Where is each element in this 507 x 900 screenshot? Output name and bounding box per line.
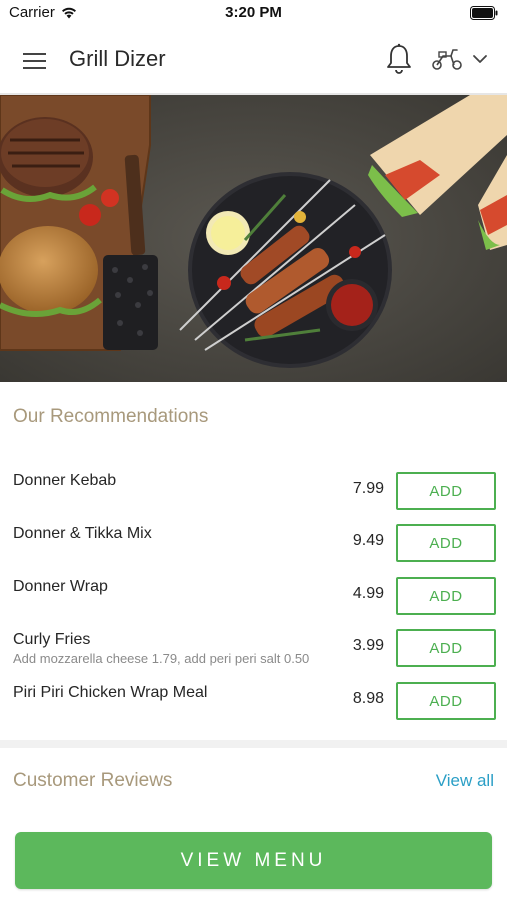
menu-item-row: Piri Piri Chicken Wrap Meal 8.98 ADD <box>0 682 507 734</box>
add-button[interactable]: ADD <box>396 629 496 667</box>
menu-item-price: 8.98 <box>352 690 384 707</box>
bell-icon <box>387 43 411 74</box>
menu-button[interactable] <box>18 46 52 74</box>
section-divider <box>0 740 507 748</box>
add-button[interactable]: ADD <box>396 682 496 720</box>
notifications-button[interactable] <box>384 42 414 76</box>
add-button[interactable]: ADD <box>396 524 496 562</box>
view-menu-button[interactable]: VIEW MENU <box>15 832 492 889</box>
app-title: Grill Dizer <box>69 46 166 71</box>
menu-item-price: 4.99 <box>352 585 384 602</box>
view-all-link[interactable]: View all <box>436 771 494 791</box>
menu-item-price: 3.99 <box>352 637 384 654</box>
menu-icon <box>23 53 46 69</box>
hero-banner <box>0 95 507 382</box>
menu-item-name: Donner Kebab <box>13 472 117 489</box>
status-bar: Carrier 3:20 PM <box>0 0 507 26</box>
menu-item-price: 9.49 <box>352 532 384 549</box>
add-button[interactable]: ADD <box>396 472 496 510</box>
scooter-icon <box>432 49 462 70</box>
menu-item-price: 7.99 <box>352 480 384 497</box>
app-header: Grill Dizer <box>0 26 507 95</box>
grill-food-banner-image <box>0 95 507 382</box>
delivery-mode-dropdown[interactable] <box>471 52 489 66</box>
menu-item-row: Donner Kebab 7.99 ADD <box>0 472 507 524</box>
battery-icon <box>470 6 498 20</box>
menu-item-description: Add mozzarella cheese 1.79, add peri per… <box>13 651 310 666</box>
menu-item-row: Donner & Tikka Mix 9.49 ADD <box>0 524 507 576</box>
add-button[interactable]: ADD <box>396 577 496 615</box>
menu-item-row: Curly Fries Add mozzarella cheese 1.79, … <box>0 629 507 681</box>
menu-item-name: Curly Fries <box>13 631 91 648</box>
menu-item-row: Donner Wrap 4.99 ADD <box>0 577 507 629</box>
menu-item-name: Piri Piri Chicken Wrap Meal <box>13 684 208 701</box>
recommendations-title: Our Recommendations <box>13 406 209 427</box>
menu-item-name: Donner Wrap <box>13 578 108 595</box>
delivery-mode-button[interactable] <box>429 44 465 74</box>
reviews-title: Customer Reviews <box>13 770 173 791</box>
menu-item-name: Donner & Tikka Mix <box>13 525 152 542</box>
chevron-down-icon <box>473 55 487 63</box>
status-time: 3:20 PM <box>225 4 282 21</box>
